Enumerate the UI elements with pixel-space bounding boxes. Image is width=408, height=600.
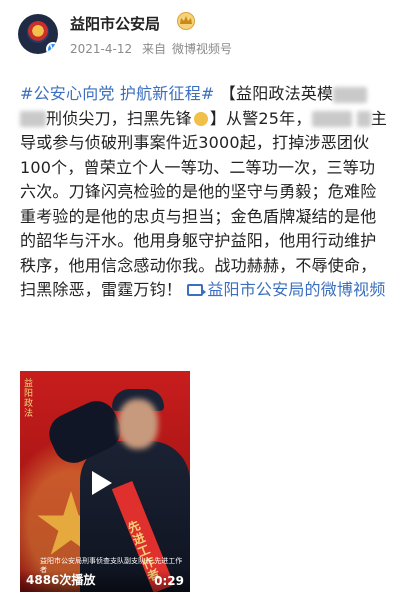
video-thumbnail[interactable]: 益阳政法 先进工作者 益阳市公安局刑事侦查支队副支队长 先进工作者 4886次播… (20, 371, 190, 592)
title-open: 【益阳政法英模 (219, 84, 334, 103)
after-title: 从警25年， (226, 108, 312, 128)
avatar[interactable]: V (18, 14, 58, 54)
title-close: 】 (209, 108, 227, 128)
play-icon[interactable] (92, 471, 112, 495)
verified-v-icon: V (46, 42, 58, 54)
post-body: #公安心向党 护航新征程# 【益阳政法英模 刑侦尖刀，扫黑先锋 】从警25年， 主… (20, 82, 390, 303)
video-side-text: 益阳政法 (24, 379, 34, 419)
hashtag-link[interactable]: #公安心向党 护航新征程# (20, 84, 215, 103)
redacted-name-4 (356, 111, 371, 127)
play-count: 4886次播放 (26, 573, 96, 587)
video-link-label: 益阳市公安局的微博视频 (207, 280, 386, 299)
title-mid: 刑侦尖刀，扫黑先锋 (46, 108, 192, 128)
video-link[interactable]: 益阳市公安局的微博视频 (187, 280, 385, 299)
video-link-icon (187, 284, 207, 296)
police-emblem-icon (27, 21, 49, 43)
redacted-name-3 (311, 111, 352, 127)
redacted-name-2 (20, 111, 46, 127)
post-date: 2021-4-12 (70, 42, 133, 56)
account-name[interactable]: 益阳市公安局 (70, 13, 160, 34)
redacted-name (333, 86, 368, 103)
officer-face-blurred (118, 399, 158, 449)
video-duration: 0:29 (154, 574, 184, 588)
post-header: V 益阳市公安局 2021-4-12 来自 微博视频号 (0, 0, 408, 72)
post-source[interactable]: 微博视频号 (172, 42, 232, 56)
crown-icon (177, 12, 195, 30)
source-prefix: 来自 (141, 42, 166, 56)
post-meta: 2021-4-12 来自 微博视频号 (70, 40, 238, 57)
badge-icon (193, 112, 208, 126)
post-text: 主导或参与侦破刑事案件近3000起，打掉涉恶团伙100个，曾荣立个人一等功、二等… (20, 108, 388, 300)
